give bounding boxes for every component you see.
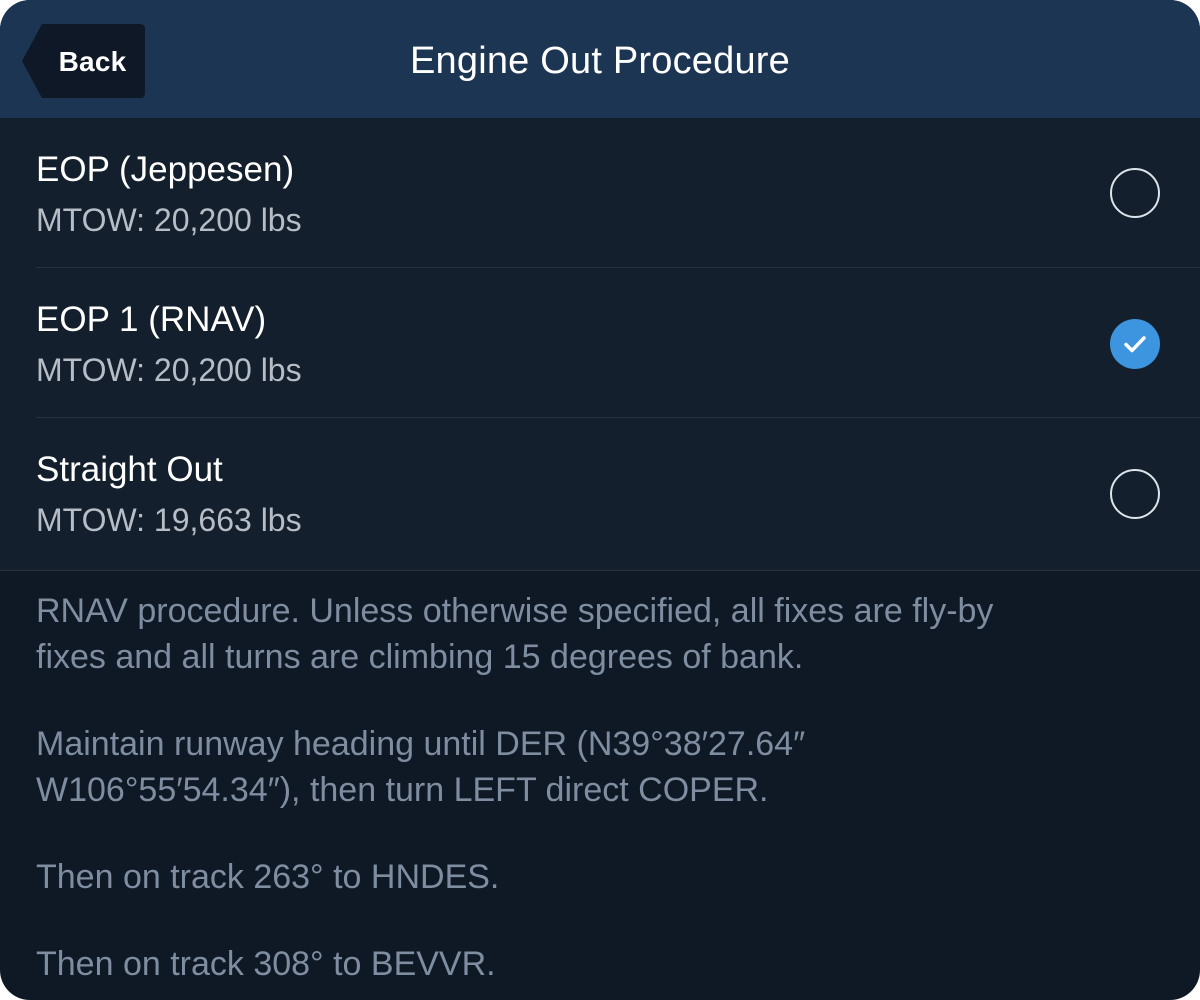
description-line: Maintain runway heading until DER (N39°3… xyxy=(36,725,806,763)
option-row-eop-jeppesen[interactable]: EOP (Jeppesen) MTOW: 20,200 lbs xyxy=(0,118,1200,268)
radio-unchecked-icon[interactable] xyxy=(1110,469,1160,519)
description-paragraph: Then on track 263° to HNDES. xyxy=(36,854,1166,900)
checkmark-icon xyxy=(1124,336,1146,353)
description-paragraph: Maintain runway heading until DER (N39°3… xyxy=(36,721,1166,813)
description-paragraph: RNAV procedure. Unless otherwise specifi… xyxy=(36,588,1166,680)
option-row-eop1-rnav[interactable]: EOP 1 (RNAV) MTOW: 20,200 lbs xyxy=(0,268,1200,418)
navigation-bar: Back Engine Out Procedure xyxy=(0,0,1200,118)
radio-checked-icon[interactable] xyxy=(1110,319,1160,369)
option-mtow: MTOW: 19,663 lbs xyxy=(36,502,302,538)
description-line: W106°55′54.34″), then turn LEFT direct C… xyxy=(36,771,769,809)
radio-unchecked-icon[interactable] xyxy=(1110,168,1160,218)
description-paragraph: Then on track 308° to BEVVR. xyxy=(36,941,1166,987)
option-mtow: MTOW: 20,200 lbs xyxy=(36,352,302,388)
option-row-straight-out[interactable]: Straight Out MTOW: 19,663 lbs xyxy=(0,418,1200,568)
option-mtow: MTOW: 20,200 lbs xyxy=(36,202,302,238)
description-line: Then on track 263° to HNDES. xyxy=(36,858,500,896)
option-title: EOP 1 (RNAV) xyxy=(36,300,267,339)
option-title: Straight Out xyxy=(36,450,223,489)
description-line: Then on track 308° to BEVVR. xyxy=(36,945,496,983)
page-title: Engine Out Procedure xyxy=(409,40,790,82)
procedure-options-list: EOP (Jeppesen) MTOW: 20,200 lbs EOP 1 (R… xyxy=(0,118,1200,571)
app-window: Back Engine Out Procedure EOP (Jeppesen)… xyxy=(0,0,1200,1000)
option-title: EOP (Jeppesen) xyxy=(36,150,295,189)
procedure-description: RNAV procedure. Unless otherwise specifi… xyxy=(36,588,1166,1000)
description-line: fixes and all turns are climbing 15 degr… xyxy=(36,638,804,676)
description-line: RNAV procedure. Unless otherwise specifi… xyxy=(36,592,994,630)
